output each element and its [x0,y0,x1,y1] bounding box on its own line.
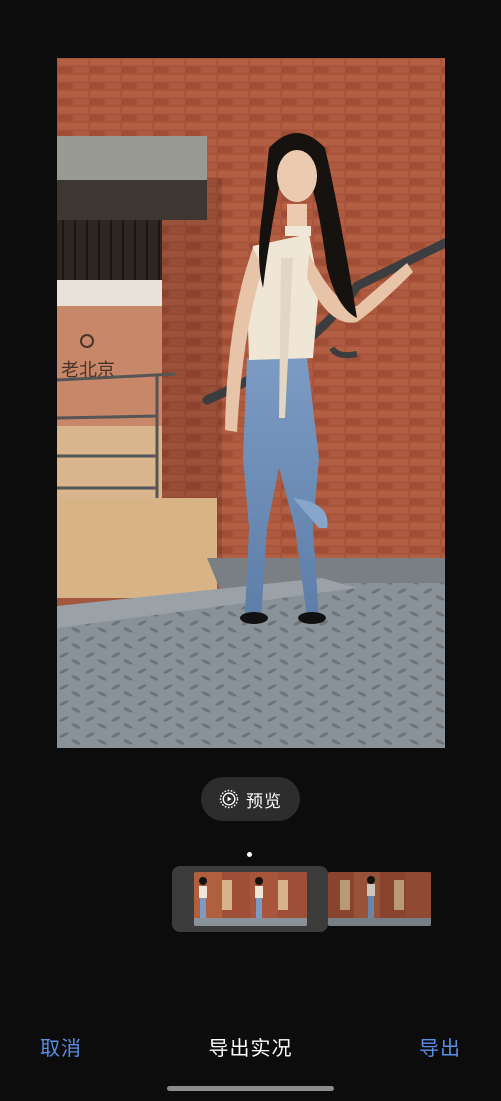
preview-label: 预览 [246,791,282,812]
frame-position-indicator [247,852,252,857]
cancel-button[interactable]: 取消 [40,1032,82,1061]
preview-button[interactable]: 预览 [201,777,300,821]
home-indicator[interactable] [167,1086,334,1091]
live-photo-image: 老北京 [57,58,445,748]
filmstrip-selected-frames[interactable] [194,872,307,926]
filmstrip-other-frames[interactable] [328,872,431,926]
export-button[interactable]: 导出 [419,1032,461,1061]
live-photo-play-icon [219,789,239,809]
